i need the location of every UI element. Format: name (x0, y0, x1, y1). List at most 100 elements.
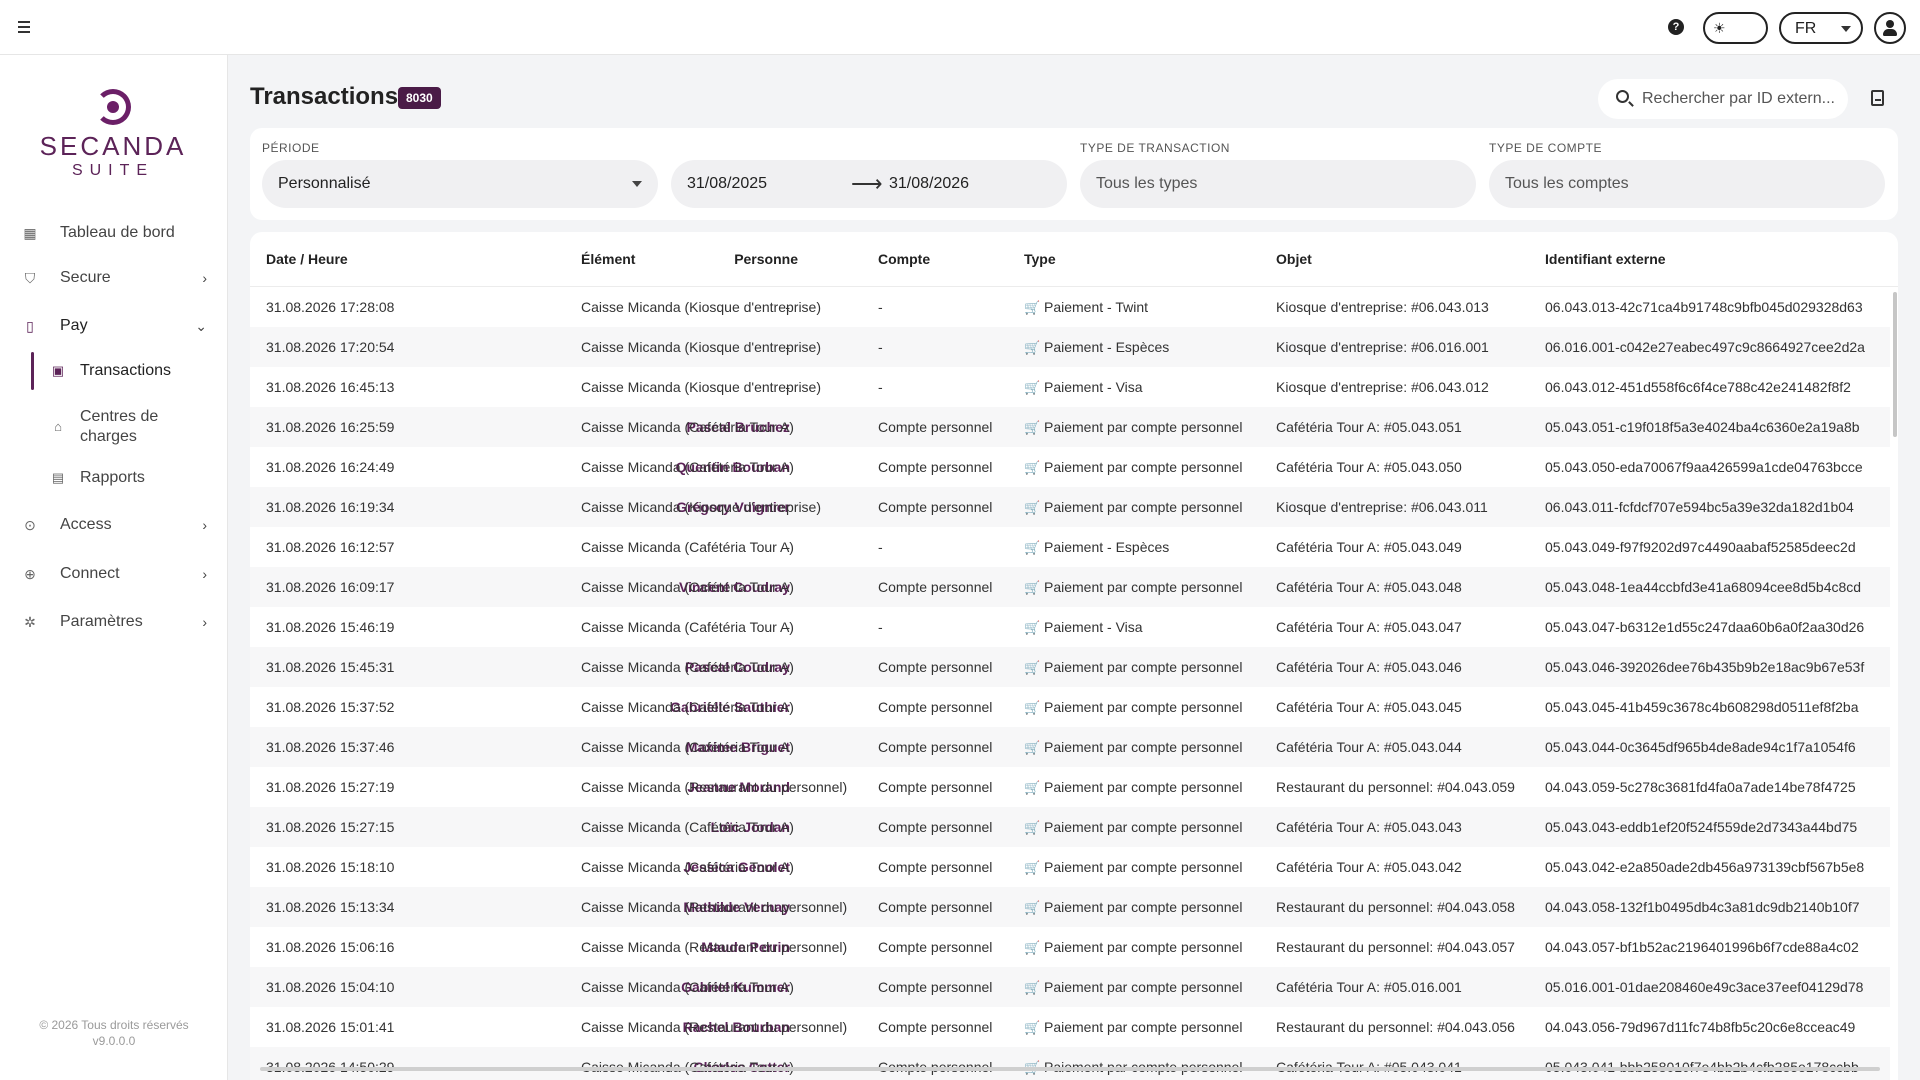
sidebar-item-connect[interactable]: ⊕ Connect › (22, 559, 207, 589)
cell-element: Caisse Micanda (Cafétéria Tour A) (581, 659, 794, 675)
cell-element: Caisse Micanda (Cafétéria Tour A) (581, 579, 794, 595)
cell-type: 🛒Paiement par compte personnel (1024, 939, 1242, 956)
table-row[interactable]: 31.08.2026 16:45:13 - Caisse Micanda (Kios… (250, 367, 1890, 407)
period-select[interactable]: Personnalisé (262, 160, 658, 208)
cell-date-text: 31.08.2026 16:19:34 (266, 499, 395, 515)
cell-external-id-text: 05.043.043-eddb1ef20f524f559de2d7343a44b… (1545, 819, 1858, 835)
col-date[interactable]: Date / Heure (266, 251, 348, 267)
cell-external-id-text: 06.043.013-42c71ca4b91748c9bfb045d029328… (1545, 299, 1863, 315)
cell-external-id-text: 06.016.001-c042e27eabec497c9c8664927cee2… (1545, 339, 1865, 355)
sidebar-item-label: Tableau de bord (60, 224, 175, 241)
cell-type-text: Paiement - Visa (1044, 379, 1143, 395)
cell-external-id: 05.043.047-b6312e1d55c247daa60b6a0f2aa30… (1545, 619, 1864, 635)
sidebar-item-label: Access (60, 516, 112, 533)
sidebar-item-settings[interactable]: ✲ Paramètres › (22, 607, 207, 637)
col-external-id[interactable]: Identifiant externe (1545, 251, 1666, 267)
table-row[interactable]: 31.08.2026 15:06:16 Maude Perrin Caisse Mi… (250, 927, 1890, 967)
table-row[interactable]: 31.08.2026 17:20:54 - Caisse Micanda (Kios… (250, 327, 1890, 367)
acct-type-placeholder: Tous les comptes (1505, 175, 1629, 192)
cell-object: Kiosque d'entreprise: #06.043.013 (1276, 299, 1489, 315)
table-row[interactable]: 31.08.2026 15:37:46 Maxime Briguet Caisse … (250, 727, 1890, 767)
cell-element: Caisse Micanda (Restaurant du personnel) (581, 939, 847, 955)
table-row[interactable]: 31.08.2026 15:37:52 Gabrielle Sauthier Cai… (250, 687, 1890, 727)
table-row[interactable]: 31.08.2026 16:24:49 Quentin Bourban Caisse… (250, 447, 1890, 487)
table-row[interactable]: 31.08.2026 15:18:10 Jessica Genolet Caisse… (250, 847, 1890, 887)
cell-object: Cafétéria Tour A: #05.043.044 (1276, 739, 1462, 755)
cell-element-text: Caisse Micanda (Cafétéria Tour A) (581, 579, 794, 595)
cell-element: Caisse Micanda (Kiosque d'entreprise) (581, 499, 821, 515)
chevron-down-icon: ⌄ (195, 318, 207, 334)
sidebar-item-label: Centres de charges (80, 408, 159, 445)
table-row[interactable]: 31.08.2026 15:01:41 Rachel Bourban Caisse … (250, 1007, 1890, 1047)
cell-element-text: Caisse Micanda (Restaurant du personnel) (581, 1019, 848, 1035)
col-person[interactable]: Personne (734, 251, 798, 267)
shield-icon: ⛉ (24, 270, 36, 286)
table-row[interactable]: 31.08.2026 16:09:17 Vincent Coudray Caisse… (250, 567, 1890, 607)
cell-account-text: Compte personnel (878, 979, 993, 995)
tx-type-select[interactable]: Tous les types (1080, 160, 1476, 208)
cell-date-text: 31.08.2026 15:37:46 (266, 739, 395, 755)
table-row[interactable]: 31.08.2026 16:12:57 - Caisse Micanda (Café… (250, 527, 1890, 567)
table-row[interactable]: 31.08.2026 15:04:10 Gabriel Kummer Caisse … (250, 967, 1890, 1007)
table-row[interactable]: 31.08.2026 16:25:59 Pascal Bruchez Caisse … (250, 407, 1890, 447)
cell-type-text: Paiement par compte personnel (1044, 979, 1243, 995)
table-row[interactable]: 31.08.2026 15:45:31 Pascal Coudray Caisse … (250, 647, 1890, 687)
cell-object: Kiosque d'entreprise: #06.043.012 (1276, 379, 1489, 395)
cell-account: Compte personnel (878, 939, 992, 955)
cell-date: 31.08.2026 16:45:13 (266, 379, 394, 395)
transactions-table: Date / Heure Personne Élément Compte Typ… (250, 232, 1898, 1080)
cell-account-text: Compte personnel (878, 419, 993, 435)
date-range-field[interactable]: 31/08/2025 ⟶ 31/08/2026 (671, 160, 1067, 208)
theme-toggle[interactable]: ☀ (1703, 12, 1768, 44)
col-object[interactable]: Objet (1276, 251, 1312, 267)
language-select[interactable]: FR (1779, 12, 1863, 44)
table-row[interactable]: 31.08.2026 16:19:34 Grégory Vuignier Caiss… (250, 487, 1890, 527)
cart-icon: 🛒 (1024, 740, 1041, 755)
table-row[interactable]: 31.08.2026 14:50:29Charles CotterCaisse … (250, 1047, 1890, 1080)
col-element[interactable]: Élément (581, 251, 635, 267)
sidebar-item-dashboard[interactable]: ▦ Tableau de bord (22, 218, 207, 248)
cell-external-id: 04.043.056-79d967d11fc74b8fb5c20c6e8ccea… (1545, 1019, 1855, 1035)
cell-external-id: 05.043.046-392026dee76b435b9b2e18ac9b67e… (1545, 659, 1864, 675)
cell-object: Cafétéria Tour A: #05.043.047 (1276, 619, 1462, 635)
table-row[interactable]: 31.08.2026 15:27:15 Loïc Jordan Caisse Mic… (250, 807, 1890, 847)
vertical-scrollbar[interactable] (1893, 292, 1897, 437)
hamburger-icon[interactable] (18, 18, 34, 38)
export-icon[interactable] (1871, 90, 1884, 106)
search-box (1598, 79, 1848, 119)
col-account[interactable]: Compte (878, 251, 930, 267)
search-input[interactable] (1642, 89, 1837, 109)
table-row[interactable]: 31.08.2026 17:28:08 - Caisse Micanda (Kios… (250, 287, 1890, 327)
cell-account-text: Compte personnel (878, 579, 993, 595)
cell-object-text: Cafétéria Tour A: #05.016.001 (1276, 979, 1462, 995)
table-row[interactable]: 31.08.2026 15:13:34 Mathilde Vernay Caisse… (250, 887, 1890, 927)
help-icon[interactable]: ? (1668, 19, 1684, 35)
globe-icon: ⊕ (24, 566, 36, 582)
sidebar-item-access[interactable]: ⊙ Access › (22, 510, 207, 540)
sidebar-item-secure[interactable]: ⛉ Secure › (22, 263, 207, 293)
sidebar-item-pay[interactable]: ▯ Pay ⌄ (22, 311, 207, 341)
table-row[interactable]: 31.08.2026 15:27:19 Jeanne Morand Caisse M… (250, 767, 1890, 807)
cell-date-text: 31.08.2026 16:25:59 (266, 419, 395, 435)
sidebar-item-transactions[interactable]: ▣ Transactions (50, 362, 210, 380)
cell-external-id-text: 05.043.050-eda70067f9aa426599a1cde04763b… (1545, 459, 1863, 475)
cell-date-text: 31.08.2026 15:45:31 (266, 659, 395, 675)
cell-date-text: 31.08.2026 17:28:08 (266, 299, 395, 315)
cell-element-text: Caisse Micanda (Cafétéria Tour A) (581, 539, 794, 555)
col-type[interactable]: Type (1024, 251, 1056, 267)
cell-external-id-text: 06.043.011-fcfdcf707e594bc5a39e32da182d1… (1545, 499, 1854, 515)
sidebar-item-reports[interactable]: ▤ Rapports (50, 469, 210, 487)
table-header: Date / Heure Personne Élément Compte Typ… (250, 232, 1898, 287)
cell-account: - (878, 619, 883, 635)
table-row[interactable]: 31.08.2026 15:46:19 - Caisse Micanda (Café… (250, 607, 1890, 647)
cell-date: 31.08.2026 17:28:08 (266, 299, 394, 315)
dashboard-icon: ▦ (23, 225, 37, 241)
user-icon[interactable] (1874, 12, 1906, 44)
cell-type-text: Paiement par compte personnel (1044, 939, 1243, 955)
acct-type-select[interactable]: Tous les comptes (1489, 160, 1885, 208)
cell-element-text: Caisse Micanda (Cafétéria Tour A) (581, 739, 794, 755)
sidebar-item-cost-centers[interactable]: ⌂ Centres de charges (50, 407, 210, 447)
horizontal-scrollbar[interactable] (260, 1067, 1880, 1071)
logo: SECANDA SUITE (28, 89, 198, 189)
cart-icon: 🛒 (1024, 340, 1041, 355)
